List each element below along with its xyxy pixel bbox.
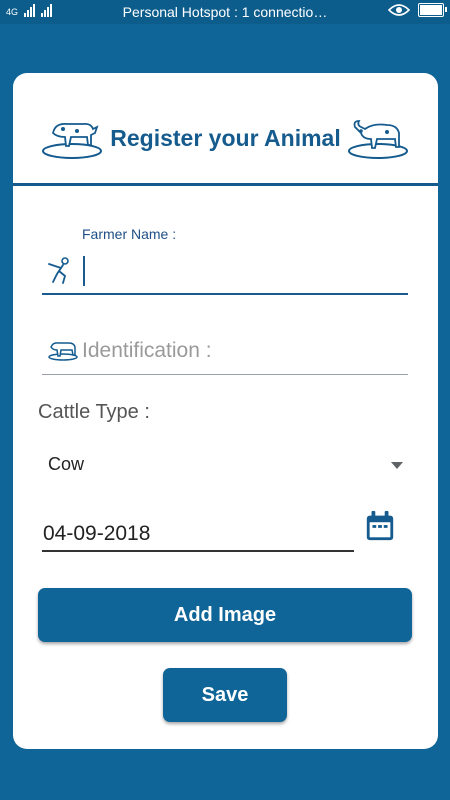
register-card: Register your Animal Farmer Name : Ident… (13, 73, 438, 749)
calendar-icon[interactable] (364, 510, 396, 542)
battery-icon (418, 3, 447, 17)
status-right-icons (388, 3, 447, 17)
farmer-name-label: Farmer Name : (82, 226, 177, 242)
farmer-icon (48, 257, 69, 284)
farmer-name-underline (42, 293, 408, 295)
cattle-type-dropdown[interactable]: Cow (38, 448, 410, 484)
cattle-type-label: Cattle Type : (38, 401, 150, 423)
add-image-button[interactable]: Add Image (38, 588, 412, 642)
date-field[interactable]: 04-09-2018 (43, 522, 150, 546)
dropdown-arrow-icon (391, 462, 403, 469)
identification-input[interactable]: Identification : (82, 339, 212, 363)
cattle-id-icon (48, 342, 78, 361)
save-button[interactable]: Save (163, 668, 287, 722)
farmer-name-input[interactable] (82, 253, 407, 287)
date-underline (42, 550, 354, 552)
header-divider (13, 183, 438, 186)
buffalo-logo-icon (348, 120, 408, 159)
cattle-type-selected: Cow (48, 454, 85, 474)
status-title: Personal Hotspot : 1 connectio… (122, 4, 328, 20)
identification-underline (42, 374, 408, 375)
eye-icon (388, 4, 410, 16)
status-bar: 4G Personal Hotspot : 1 connectio… (0, 0, 450, 24)
